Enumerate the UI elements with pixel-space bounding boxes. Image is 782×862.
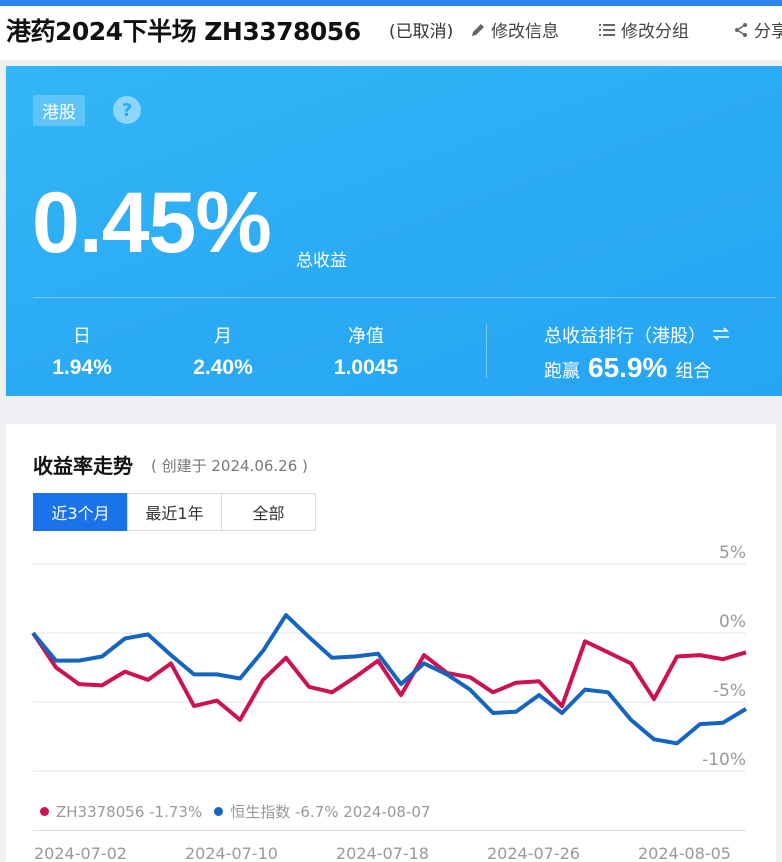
edit-info-label: 修改信息 [491,22,559,42]
x-axis-line [33,830,746,831]
edit-info-button[interactable]: 修改信息 [470,17,559,42]
legend-dot-index [214,807,224,816]
range-tabs: 近3个月 最近1年 全部 [33,493,316,531]
edit-group-label: 修改分组 [621,22,689,42]
total-return-label: 总收益 [296,251,347,271]
stats-divider [486,324,487,378]
total-return-value: 0.45% [32,175,272,271]
trend-title: 收益率走势 [33,454,133,478]
y-tick-label: 0% [719,612,746,632]
tab-all[interactable]: 全部 [221,493,316,531]
y-tick-label: -5% [713,681,746,701]
list-icon [598,22,616,38]
share-button[interactable]: 分享 [733,17,782,42]
help-icon[interactable]: ? [113,96,141,124]
status-label: (已取消) [389,22,454,42]
x-tick-label: 2024-07-18 [336,844,429,862]
x-tick-label: 2024-07-02 [34,844,127,862]
stat-day: 日 1.94% [22,322,142,380]
pencil-icon [470,22,486,38]
legend-portfolio[interactable]: ZH3378056 -1.73% [56,803,202,821]
rank-prefix: 跑赢 [544,361,580,382]
summary-card: 港股 ? 0.45% 总收益 日 1.94% 月 2.40% 净值 1.0045… [6,66,782,396]
rank-value: 65.9% [588,352,668,383]
x-tick-label: 2024-08-05 [638,844,731,862]
share-icon [733,22,749,38]
rank-block[interactable]: 总收益排行（港股） 跑赢 65.9% 组合 [544,322,730,384]
stat-day-label: 日 [73,326,91,347]
stat-month: 月 2.40% [163,322,283,380]
legend-dot-portfolio [40,807,49,816]
stat-nav-label: 净值 [348,326,384,347]
tab-3-months[interactable]: 近3个月 [33,493,128,531]
trend-card: 5% 0% -5% -10% 2024-07-02 2024-07-10 2024-07-1… [6,424,776,862]
page-header: 港药2024下半场 ZH3378056 (已取消) 修改信息 修改分组 分享 [0,6,782,60]
x-tick-label: 2024-07-10 [185,844,278,862]
chart-legend: ZH3378056 -1.73% 恒生指数 -6.7% 2024-08-07 [40,801,430,822]
edit-group-button[interactable]: 修改分组 [598,17,689,42]
created-date: ( 创建于 2024.06.26 ) [151,457,308,475]
stat-month-label: 月 [214,326,232,347]
rank-suffix: 组合 [675,361,712,382]
x-tick-label: 2024-07-26 [487,844,580,862]
summary-divider [33,297,776,298]
tab-1-year[interactable]: 最近1年 [127,493,222,531]
legend-index[interactable]: 恒生指数 -6.7% 2024-08-07 [230,801,430,822]
series-line-portfolio[interactable] [31,631,747,722]
stat-nav-value: 1.0045 [333,356,399,379]
market-tag: 港股 [33,95,85,126]
share-label: 分享 [754,22,782,42]
switch-icon[interactable] [712,325,730,346]
stat-month-value: 2.40% [193,356,253,379]
stat-nav: 净值 1.0045 [306,322,426,380]
y-tick-label: -10% [702,750,746,770]
portfolio-title: 港药2024下半场 ZH3378056 [6,17,361,46]
rank-label: 总收益排行（港股） [544,326,706,347]
stat-day-value: 1.94% [52,356,112,379]
y-tick-label: 5% [719,543,746,563]
return-chart: 5% 0% -5% -10% 2024-07-02 2024-07-10 2024-07-1… [31,543,748,862]
